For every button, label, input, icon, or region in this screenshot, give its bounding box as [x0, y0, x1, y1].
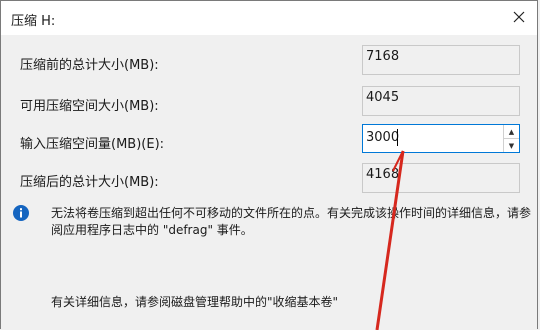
available-shrink-label: 可用压缩空间大小(MB): — [20, 99, 159, 114]
info-message: 无法将卷压缩到超出任何不可移动的文件所在的点。有关完成该操作时间的详细信息，请参… — [51, 206, 532, 237]
total-size-before-label: 压缩前的总计大小(MB): — [20, 58, 159, 73]
total-size-after-value: 4168 — [362, 163, 520, 193]
shrink-amount-value[interactable]: 3000 — [366, 130, 399, 145]
shrink-amount-label: 输入压缩空间量(MB)(E): — [20, 137, 165, 152]
shrink-amount-stepper[interactable]: ▲ ▼ — [503, 125, 519, 152]
shrink-amount-input[interactable]: 3000 ▲ ▼ — [362, 124, 520, 153]
text-caret — [397, 129, 398, 146]
dialog-title: 压缩 H: — [11, 14, 56, 29]
title-bar: 压缩 H: — [1, 1, 537, 35]
info-icon — [13, 205, 29, 221]
available-shrink-value: 4045 — [362, 86, 520, 116]
stepper-down-icon[interactable]: ▼ — [504, 139, 519, 152]
shrink-dialog: 压缩 H: 压缩前的总计大小(MB): 7168 可用压缩空间大小(MB): 4… — [0, 0, 538, 330]
total-size-before-value: 7168 — [362, 45, 520, 75]
stepper-up-icon[interactable]: ▲ — [504, 125, 519, 139]
total-size-after-label: 压缩后的总计大小(MB): — [20, 175, 159, 190]
help-message: 有关详细信息，请参阅磁盘管理帮助中的"收缩基本卷" — [51, 295, 339, 309]
close-icon[interactable] — [505, 3, 533, 31]
